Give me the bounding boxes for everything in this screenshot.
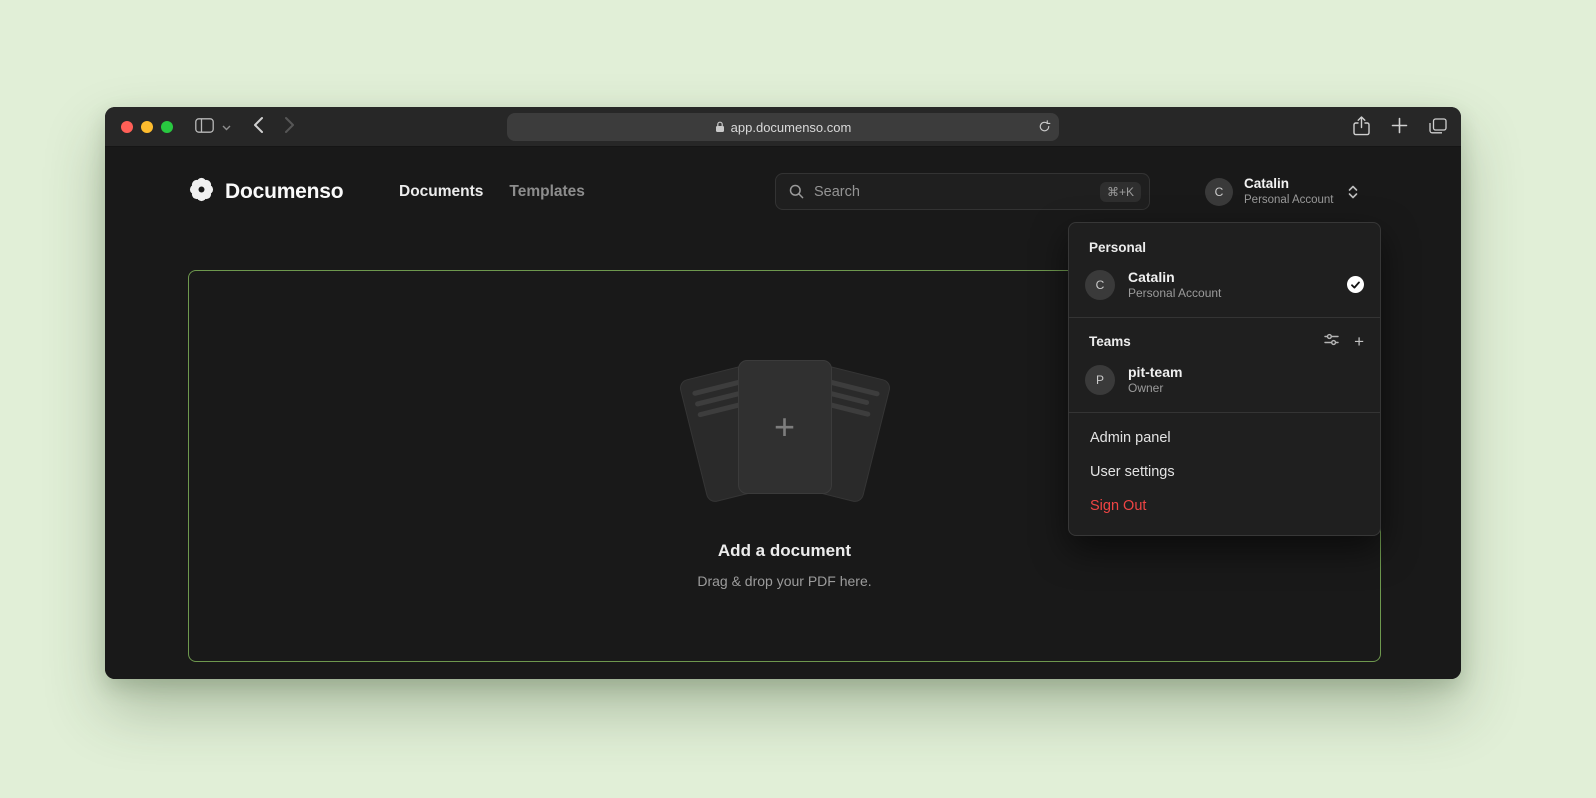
menu-item-sign-out[interactable]: Sign Out <box>1069 489 1380 523</box>
account-text: Catalin Personal Account <box>1244 176 1334 207</box>
selected-check-icon <box>1347 276 1364 293</box>
share-button[interactable] <box>1353 116 1370 139</box>
account-menu: Personal C Catalin Personal Account Team… <box>1068 222 1381 536</box>
search-icon <box>789 184 804 199</box>
sidebar-toggle-button[interactable] <box>195 118 214 136</box>
personal-account-name: Catalin <box>1128 268 1221 286</box>
share-icon <box>1353 116 1370 139</box>
menu-item-personal-account[interactable]: C Catalin Personal Account <box>1069 261 1380 309</box>
chevron-up-down-icon <box>1348 184 1358 200</box>
account-subtitle: Personal Account <box>1244 193 1334 207</box>
zoom-window-button[interactable] <box>161 121 173 133</box>
sliders-icon <box>1324 333 1339 349</box>
chevron-down-icon <box>222 119 231 134</box>
search-box: ⌘+K <box>775 173 1150 210</box>
address-bar[interactable]: app.documenso.com <box>507 113 1059 141</box>
brand-link[interactable]: Documenso <box>188 172 343 212</box>
search-shortcut-badge: ⌘+K <box>1100 182 1141 202</box>
personal-account-text: Catalin Personal Account <box>1128 268 1221 302</box>
menu-section-personal: Personal <box>1069 233 1380 261</box>
close-window-button[interactable] <box>121 121 133 133</box>
menu-item-user-settings[interactable]: User settings <box>1069 455 1380 489</box>
dropzone-subtitle: Drag & drop your PDF here. <box>697 573 871 589</box>
account-name: Catalin <box>1244 176 1334 193</box>
minimize-window-button[interactable] <box>141 121 153 133</box>
team-text: pit-team Owner <box>1128 363 1182 397</box>
sidebar-menu-chevron-button[interactable] <box>222 119 231 134</box>
forward-button[interactable] <box>284 116 295 137</box>
reload-icon <box>1038 120 1051 136</box>
sidebar-icon <box>195 118 214 136</box>
search-input[interactable] <box>814 184 1100 200</box>
menu-divider <box>1069 317 1380 318</box>
teams-actions: + <box>1324 333 1364 350</box>
tab-overview-button[interactable] <box>1429 118 1447 137</box>
chevron-left-icon <box>253 116 264 137</box>
titlebar-right-controls <box>1353 107 1447 147</box>
dropzone-title: Add a document <box>718 541 851 561</box>
nav-documents[interactable]: Documents <box>399 183 483 201</box>
traffic-lights <box>121 121 173 133</box>
plus-icon: + <box>1354 333 1364 350</box>
chevron-right-icon <box>284 116 295 137</box>
nav-templates[interactable]: Templates <box>509 183 585 201</box>
documents-illustration: + <box>680 355 890 505</box>
browser-window: app.documenso.com <box>105 107 1461 679</box>
lock-icon <box>715 121 725 133</box>
documenso-logo-icon <box>188 176 215 208</box>
team-avatar: P <box>1085 365 1115 395</box>
team-name: pit-team <box>1128 363 1182 381</box>
main-nav: Documents Templates <box>399 172 585 212</box>
reload-button[interactable] <box>1038 120 1051 136</box>
plus-icon <box>1391 117 1408 137</box>
personal-account-subtitle: Personal Account <box>1128 286 1221 302</box>
plus-icon: + <box>774 409 795 445</box>
browser-titlebar: app.documenso.com <box>105 107 1461 147</box>
back-button[interactable] <box>253 116 264 137</box>
menu-item-admin-panel[interactable]: Admin panel <box>1069 421 1380 455</box>
account-menu-trigger[interactable]: C Catalin Personal Account <box>1205 176 1358 207</box>
avatar: C <box>1205 178 1233 206</box>
app-page: Documenso Documents Templates ⌘+K C Cata… <box>105 147 1461 679</box>
teams-label: Teams <box>1089 334 1131 349</box>
tabs-icon <box>1429 118 1447 137</box>
menu-item-team[interactable]: P pit-team Owner <box>1069 356 1380 404</box>
menu-section-teams: Teams + <box>1069 326 1380 356</box>
url-text: app.documenso.com <box>731 120 852 135</box>
manage-teams-button[interactable] <box>1324 333 1339 349</box>
menu-divider <box>1069 412 1380 413</box>
create-team-button[interactable]: + <box>1354 333 1364 350</box>
illustration-card-center: + <box>738 360 832 494</box>
avatar: C <box>1085 270 1115 300</box>
team-subtitle: Owner <box>1128 381 1182 397</box>
brand-name: Documenso <box>225 180 343 204</box>
new-tab-button[interactable] <box>1391 117 1408 137</box>
